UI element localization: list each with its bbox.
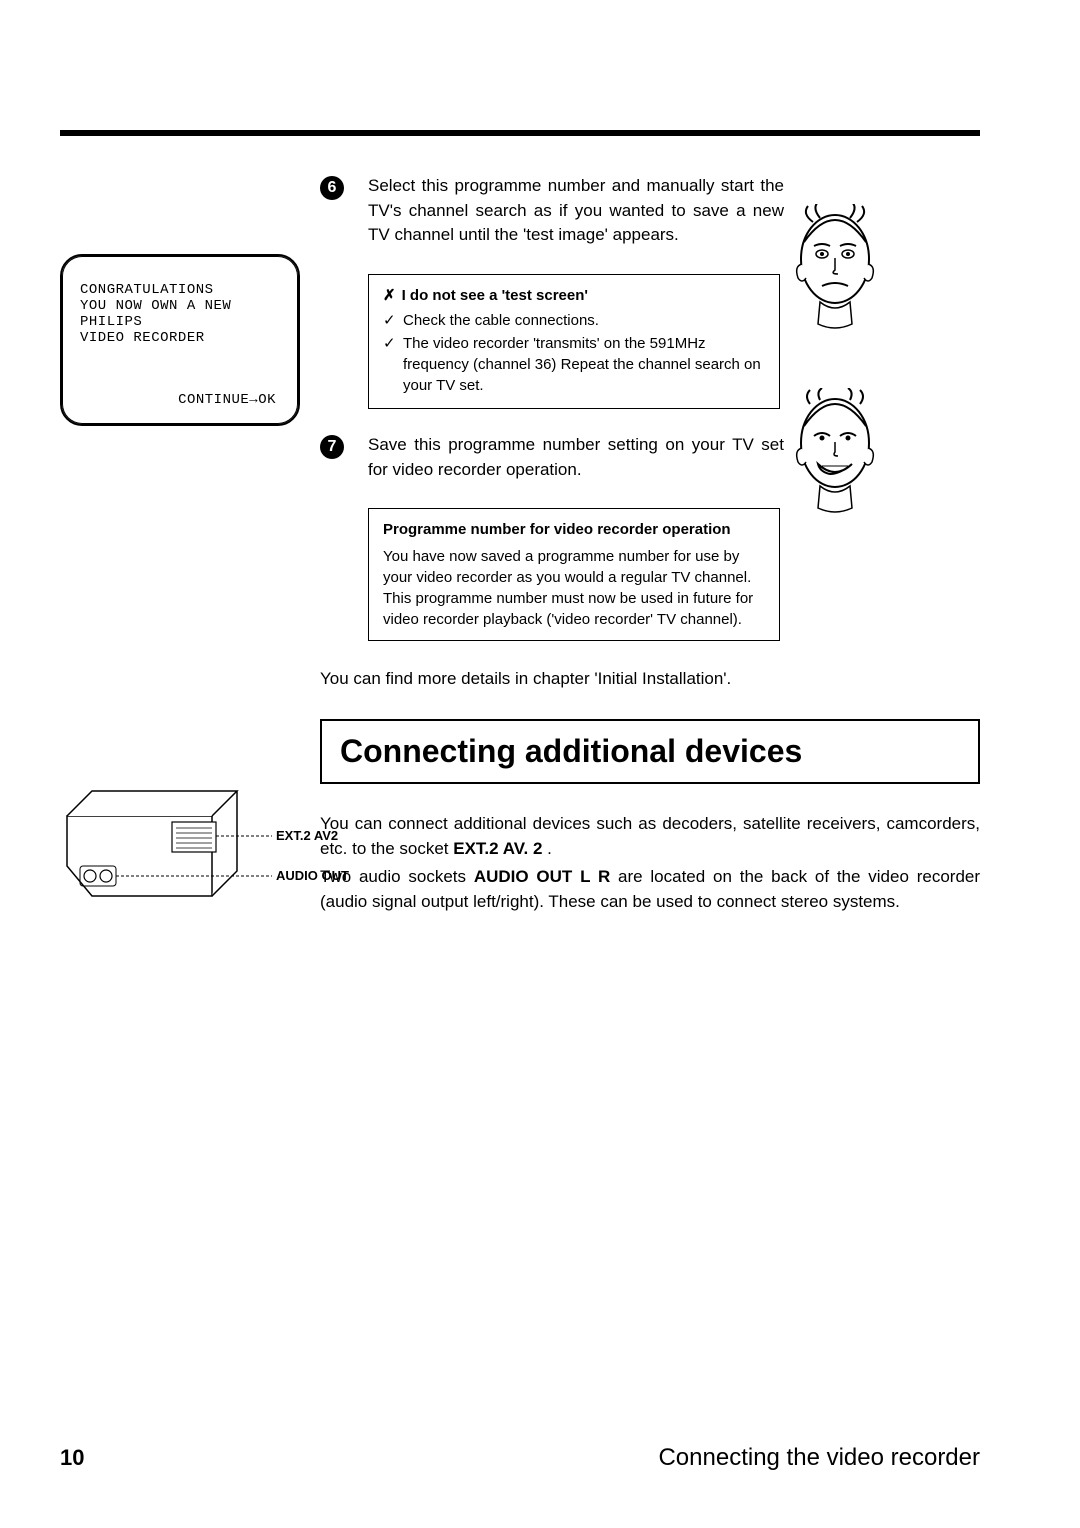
footer-chapter-title: Connecting the video recorder — [658, 1444, 980, 1472]
paragraph-2: Two audio sockets AUDIO OUT L R are loca… — [320, 865, 980, 914]
para1-seg-c: . — [542, 839, 551, 858]
tv-line-3: PHILIPS — [80, 314, 280, 330]
tv-screen-illustration: CONGRATULATIONS YOU NOW OWN A NEW PHILIP… — [60, 254, 300, 426]
para1-bold: EXT.2 AV. 2 — [453, 839, 542, 858]
step-7-text: Save this programme number setting on yo… — [368, 433, 784, 482]
troubleshoot-item-1: Check the cable connections. — [383, 310, 765, 331]
connector-diagram: EXT.2 AV2 AUDIO OUT — [62, 786, 292, 916]
tv-continue-prompt: CONTINUE→OK — [178, 392, 276, 408]
right-column: 6 Select this programme number and manua… — [320, 174, 980, 919]
info-box-body: You have now saved a programme number fo… — [383, 546, 765, 630]
section-heading-box: Connecting additional devices — [320, 719, 980, 784]
tv-line-4: VIDEO RECORDER — [80, 330, 280, 346]
confused-face-illustration — [790, 204, 880, 334]
tv-line-1: CONGRATULATIONS — [80, 282, 280, 298]
section-heading: Connecting additional devices — [340, 733, 960, 770]
tv-line-2: YOU NOW OWN A NEW — [80, 298, 280, 314]
troubleshoot-list: Check the cable connections. The video r… — [383, 310, 765, 396]
step-number-badge: 7 — [320, 435, 344, 459]
troubleshoot-title: I do not see a 'test screen' — [383, 285, 765, 306]
connector-label-ext2: EXT.2 AV2 — [276, 828, 338, 843]
info-box: Programme number for video recorder oper… — [368, 508, 780, 641]
smiling-face-illustration — [790, 388, 880, 518]
page-number: 10 — [60, 1445, 84, 1471]
step-7: 7 Save this programme number setting on … — [320, 433, 980, 482]
top-divider — [60, 130, 980, 136]
page-footer: 10 Connecting the video recorder — [60, 1444, 980, 1472]
paragraph-1: You can connect additional devices such … — [320, 812, 980, 861]
connector-label-audio: AUDIO OUT — [276, 868, 349, 883]
para1-seg-a: You can connect additional devices such … — [320, 814, 980, 858]
manual-page: CONGRATULATIONS YOU NOW OWN A NEW PHILIP… — [0, 0, 1080, 1528]
step-number-badge: 6 — [320, 176, 344, 200]
troubleshoot-item-2: The video recorder 'transmits' on the 59… — [383, 333, 765, 396]
more-details-text: You can find more details in chapter 'In… — [320, 669, 980, 689]
para2-bold: AUDIO OUT L R — [474, 867, 610, 886]
step-6-text: Select this programme number and manuall… — [368, 174, 784, 248]
step-6: 6 Select this programme number and manua… — [320, 174, 980, 248]
info-box-title: Programme number for video recorder oper… — [383, 519, 765, 540]
troubleshoot-box: I do not see a 'test screen' Check the c… — [368, 274, 780, 409]
left-column: CONGRATULATIONS YOU NOW OWN A NEW PHILIP… — [60, 254, 300, 426]
